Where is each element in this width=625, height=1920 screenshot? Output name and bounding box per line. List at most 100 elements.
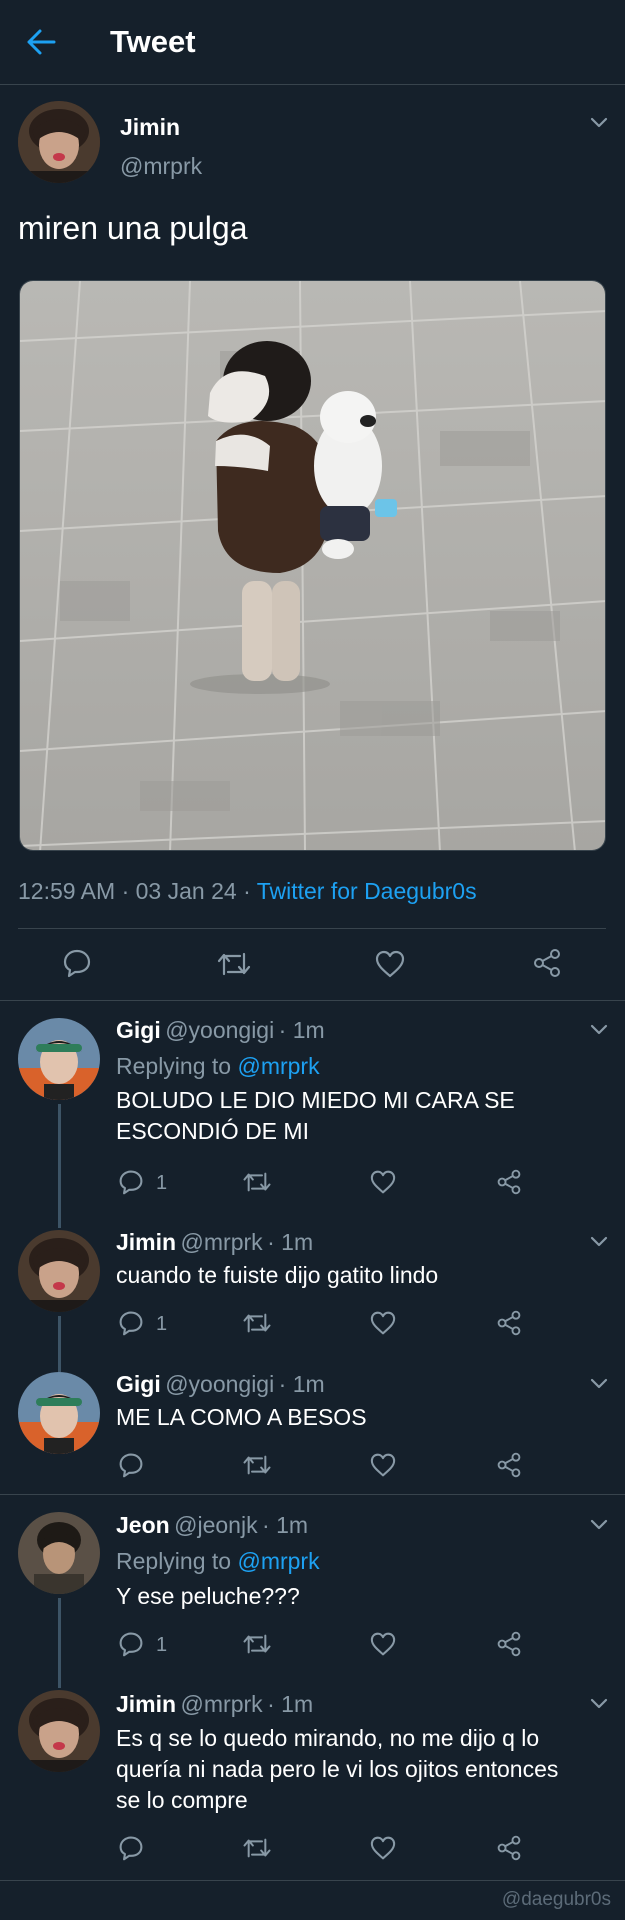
- reply-actions: [116, 1834, 536, 1864]
- reply-header: Jimin @mrprk · 1m: [116, 1691, 313, 1718]
- reply-icon[interactable]: [118, 1452, 144, 1478]
- share-icon[interactable]: [496, 1310, 522, 1336]
- reply-header: Jeon @jeonjk · 1m: [116, 1512, 308, 1539]
- reply-text-line: Es q se lo quedo mirando, no me dijo q l…: [116, 1725, 540, 1751]
- thread-line: [58, 1356, 61, 1370]
- retweet-icon[interactable]: [242, 1453, 272, 1477]
- reply-author-name[interactable]: Jeon: [116, 1512, 170, 1538]
- reply-text-line: se lo compre: [116, 1787, 248, 1813]
- reply-author-name[interactable]: Gigi: [116, 1017, 161, 1043]
- chevron-down-icon[interactable]: [590, 117, 608, 129]
- like-icon[interactable]: [370, 1453, 396, 1477]
- share-icon[interactable]: [496, 1169, 522, 1195]
- retweet-icon[interactable]: [216, 950, 252, 978]
- retweet-icon[interactable]: [242, 1170, 272, 1194]
- reply-icon[interactable]: [118, 1631, 144, 1657]
- reply-author-name[interactable]: Jimin: [116, 1691, 176, 1717]
- avatar[interactable]: [18, 1372, 100, 1454]
- chevron-down-icon[interactable]: [590, 1378, 608, 1390]
- chevron-down-icon[interactable]: [590, 1236, 608, 1248]
- avatar[interactable]: [18, 1230, 100, 1312]
- reply-text-line: BOLUDO LE DIO MIEDO MI CARA SE: [116, 1087, 515, 1113]
- replying-to-handle[interactable]: @mrprk: [237, 1053, 319, 1079]
- share-icon[interactable]: [496, 1835, 522, 1861]
- reply-count: 1: [156, 1172, 168, 1194]
- reply-icon[interactable]: [62, 948, 92, 978]
- reply-divider: [0, 1494, 625, 1495]
- replying-to-label: Replying to: [116, 1053, 232, 1079]
- avatar[interactable]: [18, 1512, 100, 1594]
- reply-actions: [116, 1451, 536, 1481]
- reply-header: Jimin @mrprk · 1m: [116, 1229, 313, 1256]
- reply-author-name[interactable]: Gigi: [116, 1371, 161, 1397]
- metadata-divider: [18, 928, 606, 929]
- reply-author-handle[interactable]: @yoongigi: [165, 1371, 274, 1397]
- reply-actions: 1: [116, 1168, 536, 1198]
- reply-count: 1: [156, 1313, 168, 1335]
- reply-author-handle[interactable]: @jeonjk: [174, 1512, 257, 1538]
- reply-text-line: quería ni nada pero le vi los ojitos ent…: [116, 1756, 559, 1782]
- like-icon[interactable]: [370, 1170, 396, 1194]
- reply-header: Gigi @yoongigi · 1m: [116, 1017, 325, 1044]
- reply-time: · 1m: [267, 1691, 314, 1717]
- reply-time: · 1m: [278, 1017, 325, 1043]
- reply-actions: 1: [116, 1309, 536, 1339]
- tweet-source[interactable]: Twitter for Daegubr0s: [257, 878, 477, 904]
- reply-text: cuando te fuiste dijo gatito lindo: [116, 1260, 438, 1291]
- reply-time: · 1m: [267, 1229, 314, 1255]
- chevron-down-icon[interactable]: [590, 1519, 608, 1531]
- like-icon[interactable]: [370, 1311, 396, 1335]
- replying-to-handle[interactable]: @mrprk: [237, 1548, 319, 1574]
- back-arrow-icon[interactable]: [26, 28, 56, 56]
- chevron-down-icon[interactable]: [590, 1698, 608, 1710]
- chevron-down-icon[interactable]: [590, 1024, 608, 1036]
- reply-text-line: ME LA COMO A BESOS: [116, 1404, 367, 1430]
- avatar[interactable]: [18, 1690, 100, 1772]
- reply-author-handle[interactable]: @mrprk: [181, 1229, 263, 1255]
- reply-text: BOLUDO LE DIO MIEDO MI CARA SE ESCONDIÓ …: [116, 1085, 515, 1147]
- reply-author-handle[interactable]: @mrprk: [181, 1691, 263, 1717]
- retweet-icon[interactable]: [242, 1311, 272, 1335]
- reply-icon[interactable]: [118, 1169, 144, 1195]
- reply-header: Gigi @yoongigi · 1m: [116, 1371, 325, 1398]
- page-title: Tweet: [110, 24, 196, 59]
- share-icon[interactable]: [532, 948, 562, 978]
- share-icon[interactable]: [496, 1631, 522, 1657]
- avatar[interactable]: [18, 101, 100, 183]
- reply-icon[interactable]: [118, 1310, 144, 1336]
- retweet-icon[interactable]: [242, 1632, 272, 1656]
- meta-separator: ·: [121, 878, 130, 904]
- retweet-icon[interactable]: [242, 1836, 272, 1860]
- reply-text-line: ESCONDIÓ DE MI: [116, 1118, 309, 1144]
- reply-author-handle[interactable]: @yoongigi: [165, 1017, 274, 1043]
- author-handle[interactable]: @mrprk: [120, 153, 202, 180]
- reply-text: Y ese peluche???: [116, 1581, 300, 1612]
- thread-line: [58, 1598, 61, 1688]
- replying-to: Replying to @mrprk: [116, 1053, 320, 1080]
- tweet-date: 03 Jan 24: [135, 878, 237, 904]
- reply-author-name[interactable]: Jimin: [116, 1229, 176, 1255]
- reply-count: 1: [156, 1634, 168, 1656]
- author-name[interactable]: Jimin: [120, 114, 180, 141]
- reply-text-line: cuando te fuiste dijo gatito lindo: [116, 1262, 439, 1288]
- tweet-divider: [0, 1000, 625, 1001]
- reply-icon[interactable]: [118, 1835, 144, 1861]
- tweet-media-image[interactable]: [19, 280, 606, 851]
- share-icon[interactable]: [496, 1452, 522, 1478]
- reply-time: · 1m: [262, 1512, 309, 1538]
- watermark: @daegubr0s: [501, 1889, 611, 1910]
- like-icon[interactable]: [370, 1836, 396, 1860]
- replying-to-label: Replying to: [116, 1548, 232, 1574]
- like-icon[interactable]: [370, 1632, 396, 1656]
- footer-divider: [0, 1880, 625, 1881]
- reply-text: Es q se lo quedo mirando, no me dijo q l…: [116, 1723, 558, 1816]
- thread-line: [58, 1216, 61, 1228]
- avatar[interactable]: [18, 1018, 100, 1100]
- header-bar: Tweet: [0, 0, 625, 84]
- tweet-metadata: 12:59 AM · 03 Jan 24 · Twitter for Daegu…: [18, 878, 477, 905]
- like-icon[interactable]: [375, 950, 405, 978]
- reply-actions: 1: [116, 1630, 536, 1660]
- tweet-text: miren una pulga: [18, 210, 248, 246]
- reply-text: ME LA COMO A BESOS: [116, 1402, 367, 1433]
- replying-to: Replying to @mrprk: [116, 1548, 320, 1575]
